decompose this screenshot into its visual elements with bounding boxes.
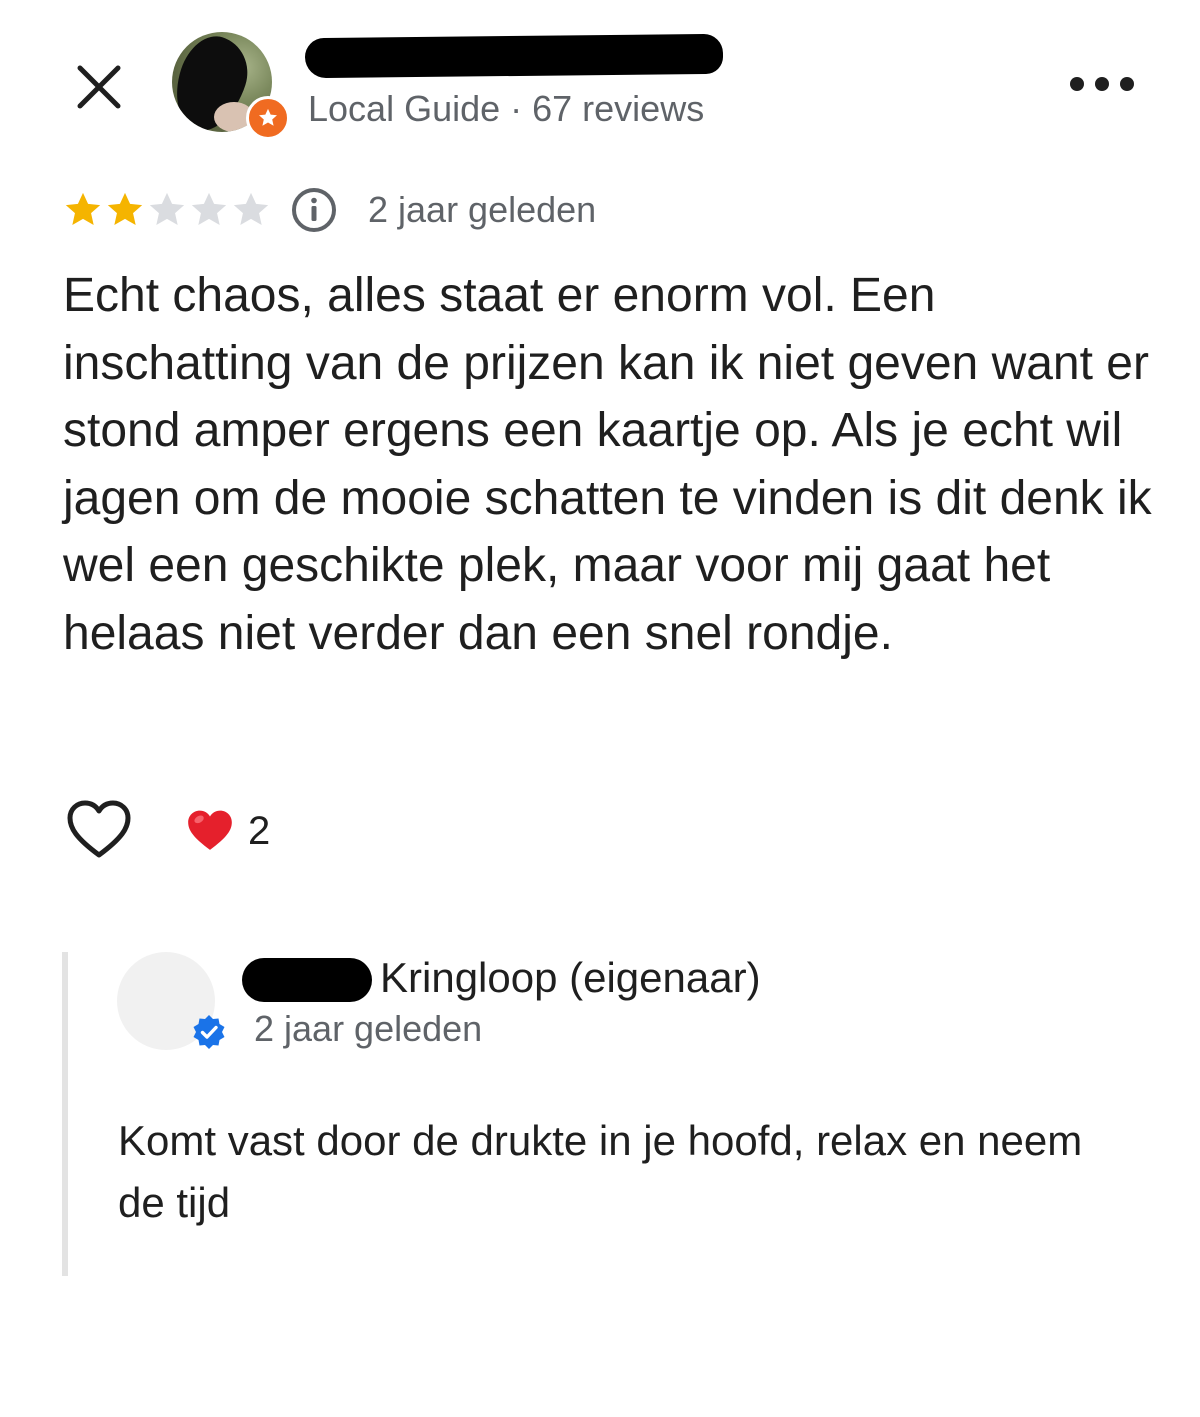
review-text: Echt chaos, alles staat er enorm vol. Ee…	[63, 269, 1152, 660]
owner-reply-date: 2 jaar geleden	[254, 1008, 483, 1049]
verified-badge-icon	[193, 1015, 225, 1049]
like-button[interactable]	[66, 800, 132, 860]
red-heart-icon	[188, 810, 232, 850]
owner-reply-text: Komt vast door de drukte in je hoofd, re…	[118, 1117, 1083, 1226]
star-empty-icon	[149, 192, 185, 226]
heart-outline-icon	[67, 800, 131, 858]
star-rating	[62, 189, 272, 231]
star-filled-icon	[65, 192, 101, 226]
reviewer-name-redacted[interactable]	[304, 33, 724, 79]
close-icon	[77, 65, 121, 109]
heart-reaction[interactable]: 2	[186, 806, 270, 856]
reviewer-meta: Local Guide · 67 reviews	[308, 88, 705, 129]
owner-name-redacted	[242, 958, 372, 1002]
star-empty-icon	[191, 192, 227, 226]
owner-name: Kringloop (eigenaar)	[380, 954, 761, 1001]
info-icon[interactable]	[290, 186, 338, 234]
review-date: 2 jaar geleden	[368, 189, 597, 230]
reply-divider	[62, 952, 68, 1276]
close-button[interactable]	[70, 58, 128, 116]
more-horizontal-icon	[1070, 77, 1084, 91]
star-empty-icon	[233, 192, 269, 226]
reaction-count: 2	[248, 808, 271, 853]
rating-row: 2 jaar geleden	[62, 186, 596, 234]
more-options-button[interactable]	[1070, 68, 1134, 100]
star-filled-icon	[107, 192, 143, 226]
reviewer-avatar[interactable]	[172, 32, 290, 140]
review-detail-page: Local Guide · 67 reviews 2 jaar geleden …	[0, 0, 1200, 1417]
local-guide-badge-icon	[246, 96, 290, 140]
